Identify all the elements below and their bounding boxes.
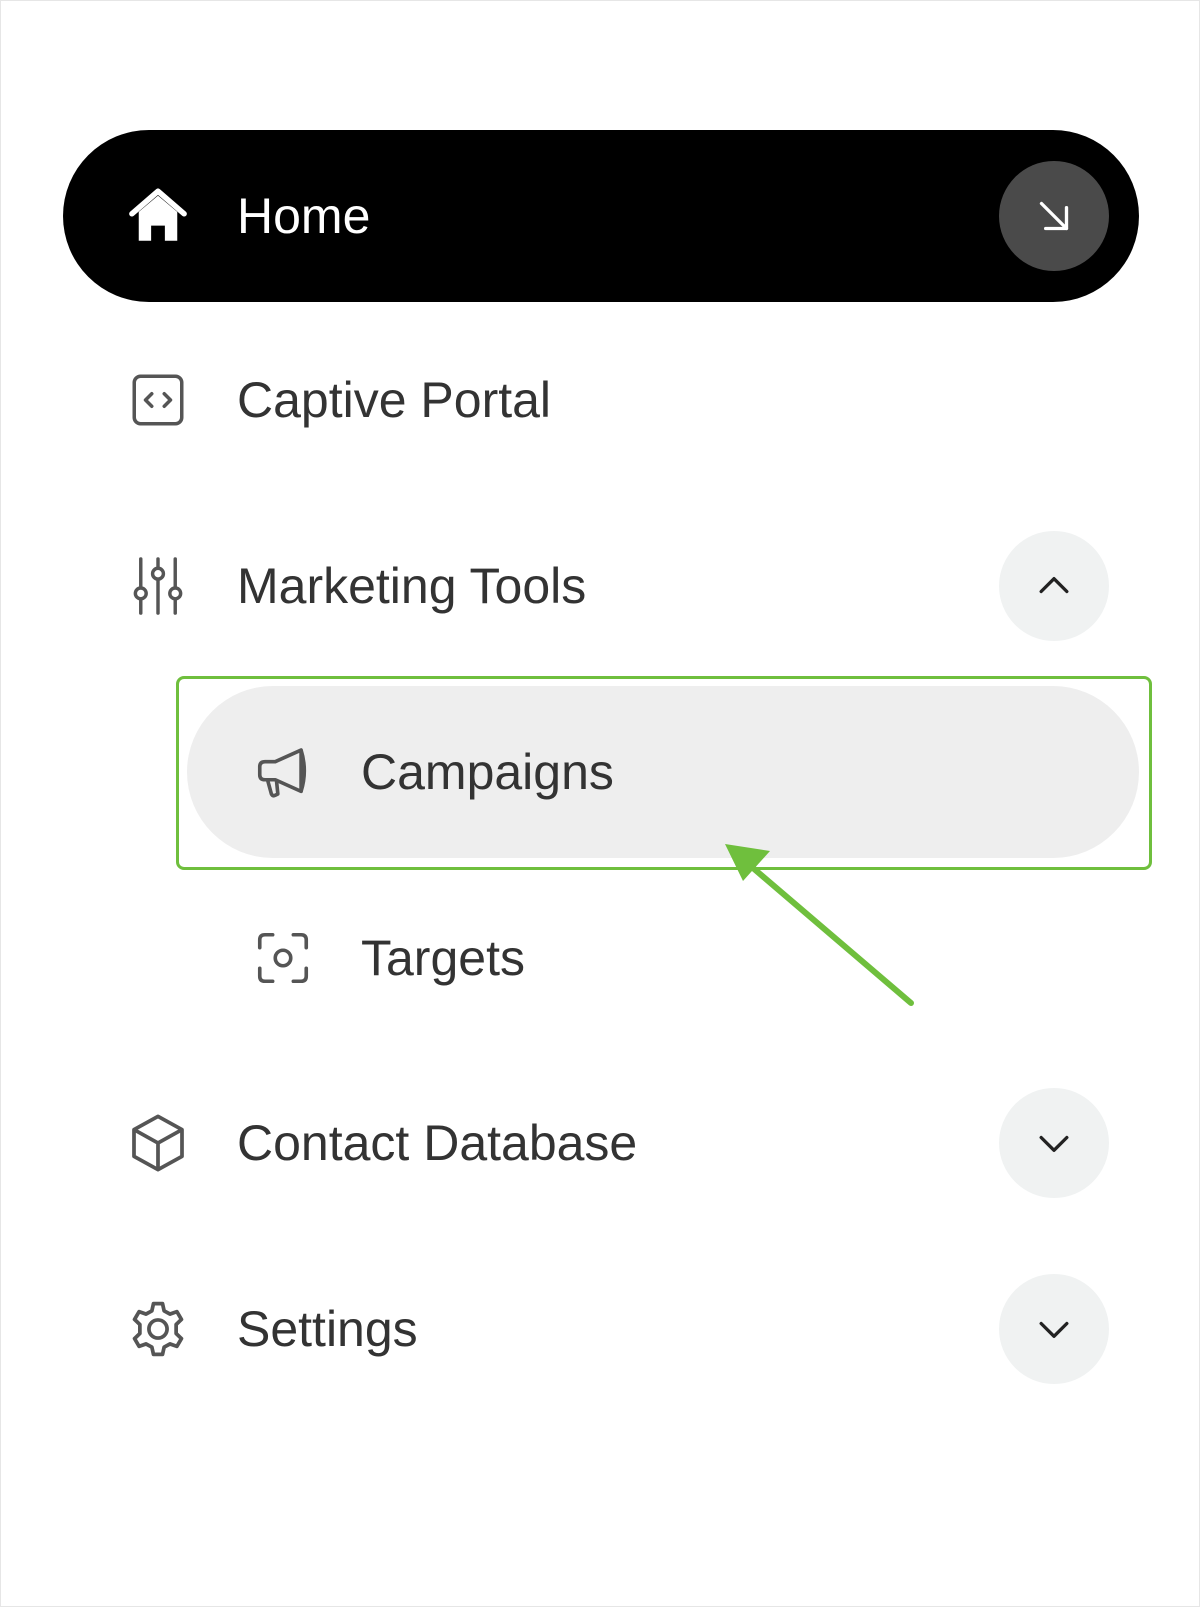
sub-item-campaigns[interactable]: Campaigns [187, 686, 1139, 858]
code-icon [125, 367, 191, 433]
home-icon [125, 183, 191, 249]
nav-item-marketing-tools[interactable]: Marketing Tools [63, 500, 1139, 672]
sidebar: Home Captive Portal Marketing Tools Camp… [0, 0, 1200, 1607]
nav-item-home[interactable]: Home [63, 130, 1139, 302]
nav-item-contact-database-label: Contact Database [237, 1115, 638, 1171]
nav-item-captive-portal-label: Captive Portal [237, 372, 552, 428]
nav-item-home-label: Home [237, 188, 371, 244]
sliders-icon [125, 553, 191, 619]
cube-icon [125, 1110, 191, 1176]
sub-item-targets-label: Targets [361, 930, 525, 986]
focus-icon [251, 926, 315, 990]
sub-item-targets[interactable]: Targets [187, 872, 1139, 1044]
chevron-up-icon[interactable] [999, 531, 1109, 641]
megaphone-icon [251, 740, 315, 804]
nav-item-contact-database[interactable]: Contact Database [63, 1057, 1139, 1229]
chevron-down-icon[interactable] [999, 1088, 1109, 1198]
nav-item-captive-portal[interactable]: Captive Portal [63, 314, 1139, 486]
gear-icon [125, 1296, 191, 1362]
nav-item-settings[interactable]: Settings [63, 1243, 1139, 1415]
nav-item-settings-label: Settings [237, 1301, 418, 1357]
sub-item-campaigns-label: Campaigns [361, 744, 614, 800]
arrow-down-right-icon[interactable] [999, 161, 1109, 271]
nav-item-marketing-tools-label: Marketing Tools [237, 558, 587, 614]
chevron-down-icon[interactable] [999, 1274, 1109, 1384]
